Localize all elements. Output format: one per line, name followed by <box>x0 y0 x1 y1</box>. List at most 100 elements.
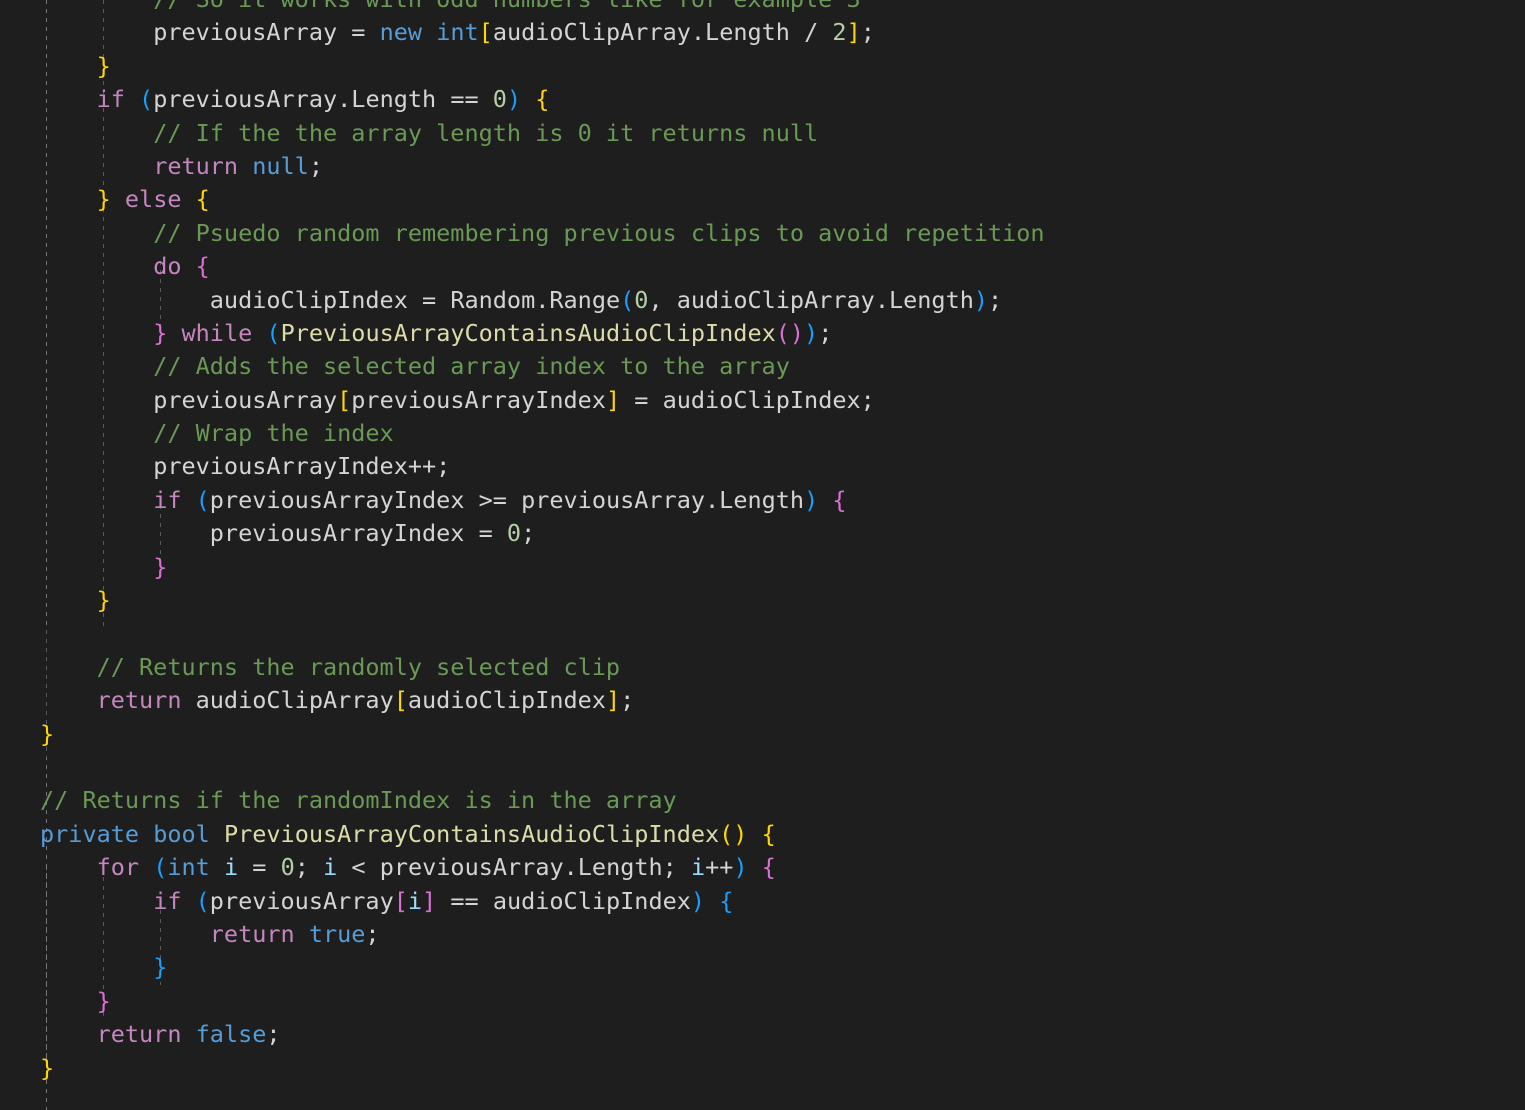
code-line[interactable]: // If the the array length is 0 it retur… <box>0 117 1525 150</box>
bracket-token: ) <box>804 486 818 514</box>
code-line[interactable]: audioClipIndex = Random.Range(0, audioCl… <box>0 284 1525 317</box>
keyword-token: int <box>167 853 209 881</box>
operator-token: < <box>351 853 365 881</box>
code-line[interactable]: return true; <box>0 918 1525 951</box>
identifier-token: previousArrayIndex <box>153 452 408 480</box>
operator-token: . <box>337 85 351 113</box>
code-line[interactable]: return false; <box>0 1018 1525 1051</box>
code-line[interactable]: if (previousArrayIndex >= previousArray.… <box>0 484 1525 517</box>
comment-token: // Adds the selected array index to the … <box>153 352 790 380</box>
number-token: 0 <box>507 519 521 547</box>
control-flow-token: if <box>153 486 181 514</box>
code-line[interactable]: // Returns if the randomIndex is in the … <box>0 784 1525 817</box>
code-line[interactable]: // Psuedo random remembering previous cl… <box>0 217 1525 250</box>
bracket-token: ] <box>847 18 861 46</box>
identifier-token: audioClipArray <box>493 18 691 46</box>
bracket-token: } <box>97 185 111 213</box>
bracket-token: { <box>832 486 846 514</box>
bracket-token: ( <box>266 319 280 347</box>
code-line[interactable]: } <box>0 1052 1525 1085</box>
code-line-blank[interactable] <box>0 751 1525 784</box>
bracket-token: { <box>762 853 776 881</box>
operator-token: = <box>479 519 493 547</box>
bracket-token: { <box>762 820 776 848</box>
operator-token: / <box>804 18 818 46</box>
punctuation-token: ; <box>266 1020 280 1048</box>
bracket-token: ) <box>507 85 521 113</box>
code-line[interactable]: } while (PreviousArrayContainsAudioClipI… <box>0 317 1525 350</box>
code-line[interactable]: previousArrayIndex++; <box>0 450 1525 483</box>
punctuation-token: ; <box>620 686 634 714</box>
code-line[interactable]: return audioClipArray[audioClipIndex]; <box>0 684 1525 717</box>
code-line[interactable]: private bool PreviousArrayContainsAudioC… <box>0 818 1525 851</box>
bracket-token: } <box>153 319 167 347</box>
bracket-token: ( <box>620 286 634 314</box>
property-token: Length <box>578 853 663 881</box>
code-line[interactable]: // Adds the selected array index to the … <box>0 350 1525 383</box>
operator-token: >= <box>479 486 507 514</box>
identifier-token: Random <box>450 286 535 314</box>
bracket-token: } <box>40 720 54 748</box>
keyword-token: false <box>196 1020 267 1048</box>
property-token: Length <box>351 85 436 113</box>
code-line[interactable]: previousArray[previousArrayIndex] = audi… <box>0 384 1525 417</box>
code-text[interactable]: // So it works with odd numbers like for… <box>0 0 1525 1085</box>
code-line[interactable]: // Returns the randomly selected clip <box>0 651 1525 684</box>
property-token: Length <box>889 286 974 314</box>
code-line[interactable]: previousArrayIndex = 0; <box>0 517 1525 550</box>
code-line[interactable]: do { <box>0 250 1525 283</box>
code-line[interactable]: } <box>0 718 1525 751</box>
code-line[interactable]: previousArray = new int[audioClipArray.L… <box>0 16 1525 49</box>
punctuation-token: ; <box>861 386 875 414</box>
identifier-token: previousArray <box>521 486 705 514</box>
bracket-token: ] <box>606 686 620 714</box>
identifier-token: audioClipIndex <box>493 887 691 915</box>
punctuation-token: ; <box>436 452 450 480</box>
bracket-token: { <box>719 887 733 915</box>
identifier-token: previousArray <box>153 85 337 113</box>
bracket-token: { <box>196 185 210 213</box>
operator-token: . <box>564 853 578 881</box>
control-flow-token: if <box>153 887 181 915</box>
number-token: 0 <box>281 853 295 881</box>
code-line[interactable]: // So it works with odd numbers like for… <box>0 0 1525 16</box>
code-line[interactable]: } <box>0 985 1525 1018</box>
punctuation-token: ; <box>309 152 323 180</box>
punctuation-token: ; <box>988 286 1002 314</box>
code-line[interactable]: return null; <box>0 150 1525 183</box>
code-line[interactable]: } <box>0 584 1525 617</box>
property-token: Length <box>719 486 804 514</box>
code-line-blank[interactable] <box>0 617 1525 650</box>
bracket-token: } <box>97 52 111 80</box>
code-line[interactable]: // Wrap the index <box>0 417 1525 450</box>
comment-token: // Psuedo random remembering previous cl… <box>153 219 1044 247</box>
punctuation-token: ; <box>663 853 677 881</box>
code-line[interactable]: for (int i = 0; i < previousArray.Length… <box>0 851 1525 884</box>
code-line[interactable]: if (previousArray[i] == audioClipIndex) … <box>0 885 1525 918</box>
operator-token: . <box>691 18 705 46</box>
bracket-token: } <box>153 953 167 981</box>
code-line[interactable]: if (previousArray.Length == 0) { <box>0 83 1525 116</box>
control-flow-token: if <box>97 85 125 113</box>
keyword-token: private <box>40 820 139 848</box>
operator-token: == <box>450 85 478 113</box>
control-flow-token: do <box>153 252 181 280</box>
punctuation-token: ; <box>365 920 379 948</box>
control-flow-token: while <box>182 319 253 347</box>
code-editor-viewport[interactable]: // So it works with odd numbers like for… <box>0 0 1525 1110</box>
control-flow-token: return <box>153 152 238 180</box>
number-token: 2 <box>832 18 846 46</box>
identifier-token: audioClipIndex <box>210 286 408 314</box>
punctuation-token: ; <box>861 18 875 46</box>
code-line[interactable]: } <box>0 50 1525 83</box>
operator-token: ++ <box>705 853 733 881</box>
code-line[interactable]: } <box>0 951 1525 984</box>
operator-token: = <box>422 286 436 314</box>
variable-token: i <box>408 887 422 915</box>
operator-token: == <box>450 887 478 915</box>
code-line[interactable]: } else { <box>0 183 1525 216</box>
operator-token: = <box>351 18 365 46</box>
operator-token: = <box>634 386 648 414</box>
property-token: Length <box>705 18 790 46</box>
code-line[interactable]: } <box>0 551 1525 584</box>
